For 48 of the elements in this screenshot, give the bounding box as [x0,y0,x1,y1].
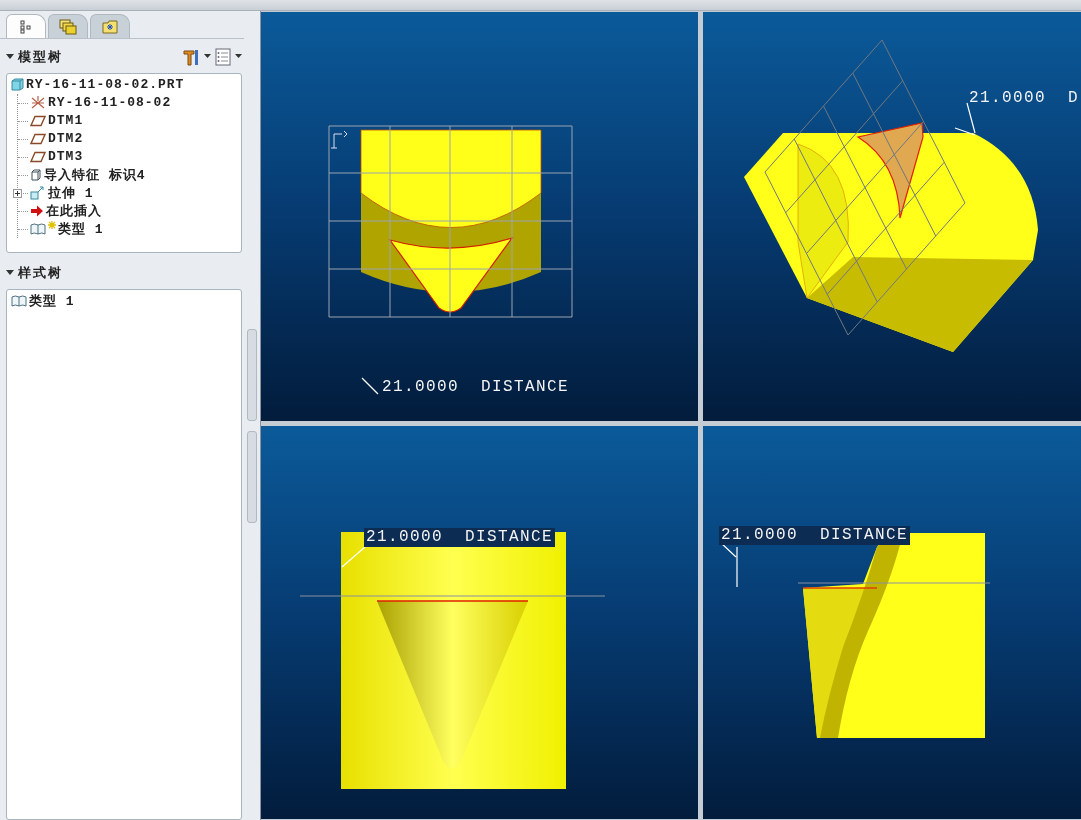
graphics-viewport[interactable]: 21.0000 DISTANCE [261,12,698,421]
model-tree-title: 模型树 [18,47,64,66]
tree-item-label[interactable]: 类型 1 [58,219,104,238]
dimension-label: 21.0000 DISTANCE [364,528,556,547]
part-icon [11,78,24,92]
dropdown-caret-icon[interactable] [235,54,242,60]
style-icon [30,222,46,236]
graphics-viewport[interactable]: 21.0000 DISTANCE [703,426,1081,819]
style-tree-title: 样式树 [18,263,64,282]
dimension-label: 21.0000 D [968,89,1080,108]
collapse-caret-icon[interactable] [6,53,14,60]
leader-line [361,377,379,395]
expand-icon[interactable] [13,188,22,198]
leader-line [954,102,976,136]
graphics-viewport[interactable]: 21.0000 DISTANCE [261,426,698,819]
dropdown-caret-icon[interactable] [204,54,211,60]
folder-icon [102,19,118,34]
tree-item-label[interactable]: 类型 1 [29,291,75,310]
tools-icon[interactable] [182,47,200,66]
style-icon [11,294,27,308]
splitter-handle[interactable] [247,329,257,421]
coordinate-system-icon [30,94,46,111]
dimension-label: 21.0000 DISTANCE [719,526,911,545]
insert-here-arrow-icon [30,204,44,217]
tree-item-label[interactable]: 拉伸 1 [48,183,94,202]
tree-item-label[interactable]: RY-16-11-08-02.PRT [26,77,185,93]
splitter-handle[interactable] [247,431,257,523]
datum-plane-icon [30,150,46,163]
datum-plane-icon [30,132,46,145]
collapse-caret-icon[interactable] [6,269,14,276]
tree-icon [20,19,32,34]
extrude-icon [30,184,46,201]
tree-item-label[interactable]: DTM1 [48,113,84,129]
imported-feature-icon [30,168,42,181]
tree-item-label[interactable]: DTM3 [48,149,84,165]
tree-item-label[interactable]: DTM2 [48,131,84,147]
layers-icon [59,18,77,35]
tree-item-label[interactable]: 在此插入 [46,201,102,220]
datum-plane-icon [30,114,46,127]
graphics-viewport[interactable]: 21.0000 D [703,12,1081,421]
tree-item-label[interactable]: RY-16-11-08-02 [48,95,172,111]
axis-icon [330,130,348,149]
panel-tab[interactable] [6,14,46,38]
tree-item-label[interactable]: 导入特征 标识4 [44,165,146,184]
panel-tab[interactable] [90,14,130,38]
panel-tab[interactable] [48,14,88,38]
leader-line [341,546,366,568]
dimension-label: 21.0000 DISTANCE [381,378,571,397]
